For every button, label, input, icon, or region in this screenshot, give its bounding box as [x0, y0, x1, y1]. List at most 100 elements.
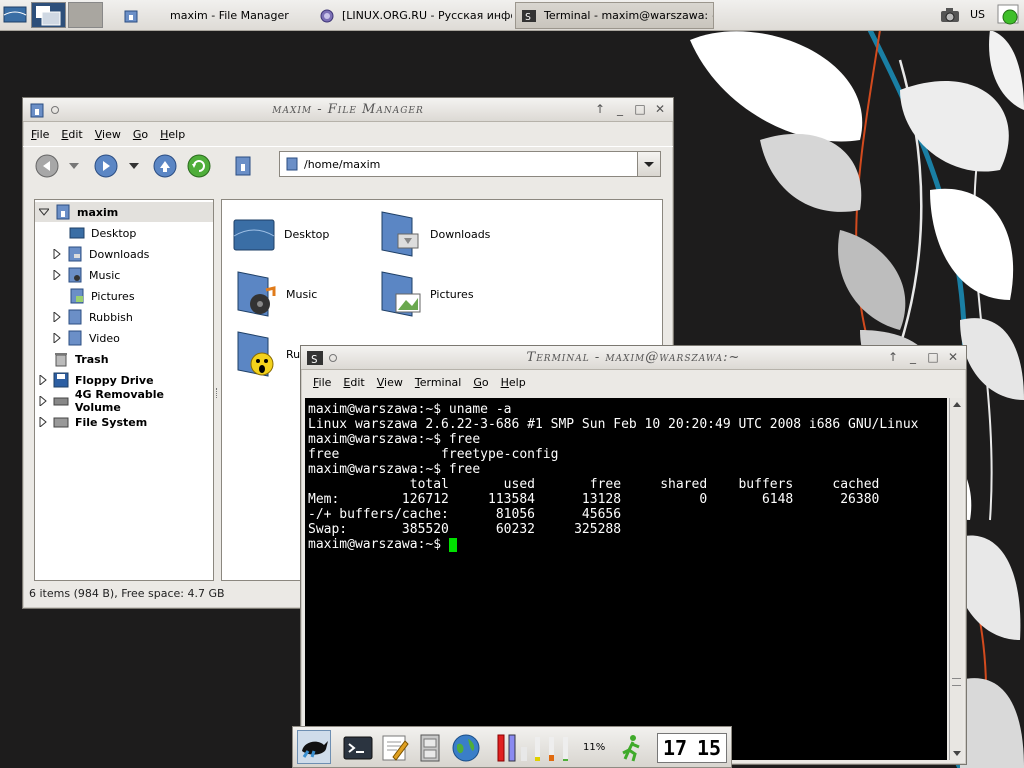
back-button[interactable] [35, 154, 59, 178]
menu-help[interactable]: Help [501, 376, 526, 389]
desktop-folder-icon [69, 227, 85, 239]
forward-history-dropdown[interactable] [129, 161, 139, 174]
menu-help-rest: elp [168, 127, 186, 141]
close-button[interactable]: ✕ [653, 102, 667, 116]
menu-help-mnemonic: H [500, 375, 509, 389]
scroll-up-icon[interactable] [950, 398, 964, 412]
item-rubbish[interactable]: Ru [234, 330, 300, 378]
rubbish-folder-icon [237, 331, 274, 377]
tree-row-pictures[interactable]: Pictures [69, 286, 135, 306]
chevron-down-icon [69, 163, 79, 169]
expander-closed-icon[interactable] [53, 312, 61, 322]
terminal-window: S Terminal - maxim@warszawa:~ ↑ _ □ ✕ Fi… [300, 345, 967, 765]
launcher-terminal[interactable] [343, 733, 373, 763]
menu-edit[interactable]: Edit [343, 376, 364, 389]
location-dropdown-button[interactable] [637, 151, 661, 177]
clock-hour: 17 [662, 736, 688, 760]
maximize-button[interactable]: □ [633, 102, 647, 116]
task-terminal[interactable]: S Terminal - maxim@warszawa: ~ [515, 2, 714, 29]
tree-row-maxim[interactable]: maxim [35, 202, 213, 222]
pane-splitter[interactable] [216, 388, 218, 398]
keyboard-layout-indicator[interactable]: US [970, 8, 985, 21]
launcher-file-manager[interactable] [415, 733, 445, 763]
expander-closed-icon[interactable] [53, 333, 61, 343]
chevron-down-icon [129, 163, 139, 169]
reload-button[interactable] [187, 154, 211, 178]
tree-row-floppy[interactable]: Floppy Drive [39, 370, 154, 390]
music-folder-icon [237, 271, 276, 317]
menu-go[interactable]: Go [133, 128, 148, 141]
launcher-run-program[interactable] [615, 733, 645, 763]
close-button[interactable]: ✕ [946, 350, 960, 364]
terminal-line: Swap: 385520 60232 325288 [308, 522, 622, 537]
scroll-grip-icon[interactable] [952, 678, 961, 686]
workspace-1[interactable] [31, 2, 66, 28]
bottom-dock: 11% 17 15 [292, 726, 732, 768]
expander-closed-icon[interactable] [53, 270, 61, 280]
xfce-menu-button[interactable] [297, 730, 331, 764]
terminal-output[interactable]: maxim@warszawa:~$ uname -a Linux warszaw… [305, 398, 947, 760]
task-browser[interactable]: [LINUX.ORG.RU - Русская инфо... [314, 2, 512, 29]
tree-row-removable[interactable]: 4G Removable Volume [39, 388, 213, 414]
back-history-dropdown[interactable] [69, 161, 79, 174]
forward-button[interactable] [94, 154, 118, 178]
menu-terminal[interactable]: Terminal [415, 376, 462, 389]
menu-file[interactable]: File [31, 128, 49, 141]
notification-area-button[interactable] [996, 3, 1022, 28]
reload-icon [187, 154, 211, 178]
task-file-manager[interactable]: maxim - File Manager [118, 2, 308, 29]
scroll-down-icon[interactable] [950, 746, 964, 760]
tree-row-filesystem[interactable]: File System [39, 412, 147, 432]
expander-closed-icon[interactable] [39, 417, 47, 427]
location-bar[interactable]: /home/maxim [279, 151, 661, 177]
expander-closed-icon[interactable] [39, 396, 47, 406]
menu-view[interactable]: View [95, 128, 121, 141]
terminal-titlebar[interactable]: S Terminal - maxim@warszawa:~ ↑ _ □ ✕ [301, 346, 966, 370]
expander-closed-icon[interactable] [53, 249, 61, 259]
clock[interactable]: 17 15 [657, 733, 727, 763]
menu-go[interactable]: Go [473, 376, 488, 389]
terminal-menubar: File Edit View Terminal Go Help [301, 370, 966, 394]
item-downloads[interactable]: Downloads [378, 210, 490, 258]
minimize-button[interactable]: _ [613, 102, 627, 116]
downloads-folder-icon [381, 211, 419, 257]
item-music[interactable]: Music [234, 270, 317, 318]
tree-row-rubbish[interactable]: Rubbish [53, 307, 133, 327]
item-pictures[interactable]: Pictures [378, 270, 474, 318]
terminal-line: maxim@warszawa:~$ free [308, 432, 481, 447]
memory-bars-icon [535, 737, 568, 761]
task-label: [LINUX.ORG.RU - Русская инфо... [342, 9, 512, 22]
menu-view[interactable]: View [377, 376, 403, 389]
launcher-text-editor[interactable] [379, 733, 409, 763]
up-button[interactable] [153, 154, 177, 178]
launcher-web-browser[interactable] [451, 733, 481, 763]
screenshot-button[interactable] [940, 7, 960, 23]
shade-button[interactable]: ↑ [593, 102, 607, 116]
shade-button[interactable]: ↑ [886, 350, 900, 364]
tree-row-music[interactable]: Music [53, 265, 120, 285]
expander-open-icon[interactable] [39, 207, 49, 217]
file-manager-menubar: File Edit View Go Help [23, 122, 673, 146]
cpu-percent: 11% [583, 742, 606, 753]
expander-closed-icon[interactable] [39, 375, 47, 385]
show-desktop-button[interactable] [2, 3, 28, 27]
menu-help[interactable]: Help [160, 128, 185, 141]
menu-edit[interactable]: Edit [61, 128, 82, 141]
menu-edit-rest: dit [68, 127, 83, 141]
minimize-button[interactable]: _ [906, 350, 920, 364]
file-manager-titlebar[interactable]: maxim - File Manager ↑ _ □ ✕ [23, 98, 673, 122]
terminal-line: free freetype-config [308, 447, 559, 462]
back-arrow-icon [35, 154, 59, 178]
menu-file[interactable]: File [313, 376, 331, 389]
tree-row-video[interactable]: Video [53, 328, 120, 348]
home-location-button[interactable] [233, 155, 253, 177]
tree-row-downloads[interactable]: Downloads [53, 244, 149, 264]
tree-row-desktop[interactable]: Desktop [69, 223, 136, 243]
tree-row-trash[interactable]: Trash [53, 349, 109, 369]
harddisk-icon [53, 417, 69, 428]
item-desktop[interactable]: Desktop [232, 214, 329, 254]
terminal-prompt: maxim@warszawa:~$ [308, 537, 449, 552]
terminal-scrollbar[interactable] [949, 398, 963, 760]
maximize-button[interactable]: □ [926, 350, 940, 364]
workspace-2[interactable] [68, 2, 103, 28]
